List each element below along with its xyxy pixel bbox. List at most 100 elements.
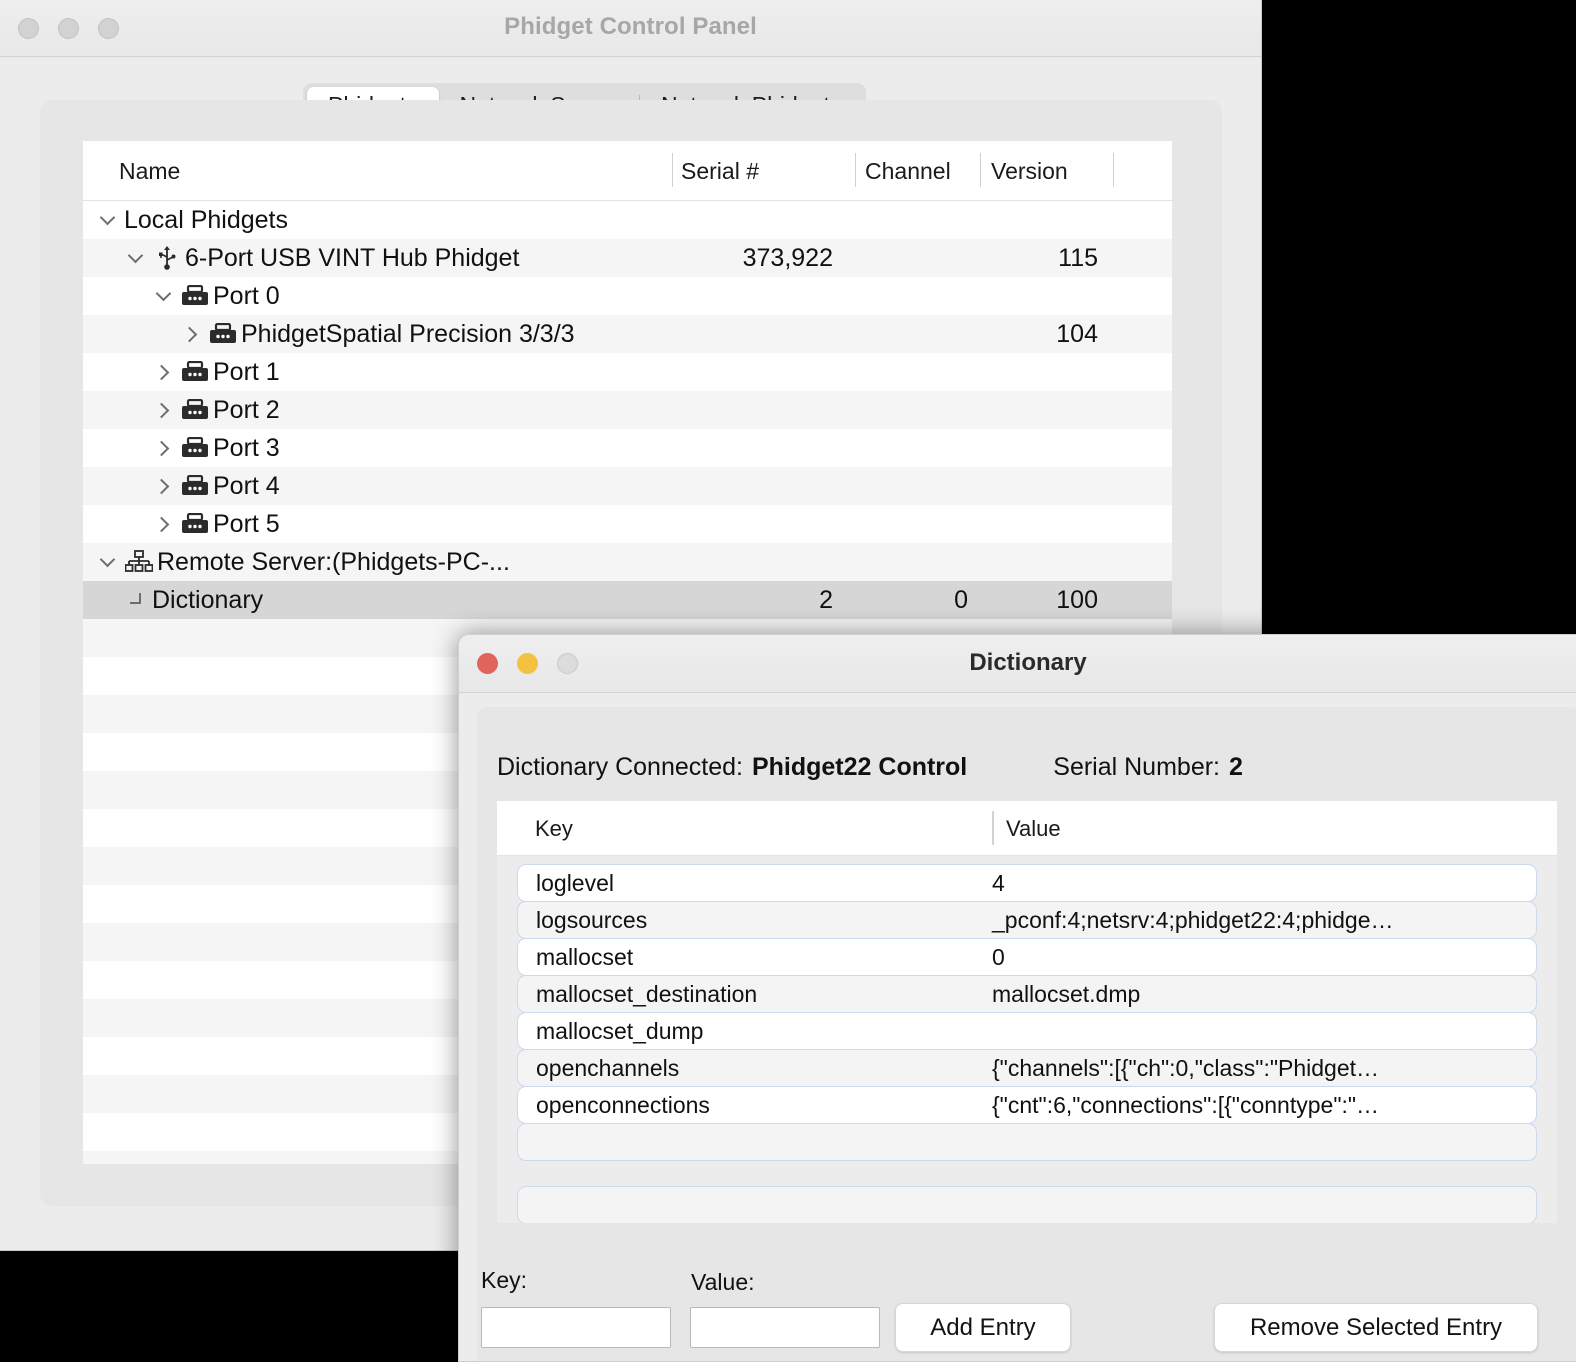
kv-row[interactable]: openchannels{"channels":[{"ch":0,"class"… <box>517 1049 1537 1087</box>
tree-row-name-cell: Remote Server:(Phidgets-PC-... <box>97 548 510 577</box>
tree-row-label: Port 3 <box>213 434 280 463</box>
vint-port-icon <box>208 321 238 347</box>
tree-row[interactable]: PhidgetSpatial Precision 3/3/3 104 <box>83 315 1172 353</box>
tree-column-version[interactable]: Version <box>991 158 1068 185</box>
kv-row[interactable]: mallocset_destination mallocset.dmp <box>517 975 1537 1013</box>
tree-cell-serial: 2 <box>643 586 833 615</box>
kv-key-cell: openchannels <box>536 1055 679 1082</box>
add-entry-button[interactable]: Add Entry <box>895 1303 1071 1352</box>
chevron-right-icon[interactable] <box>153 361 175 383</box>
serial-number-value: 2 <box>1229 753 1243 782</box>
tree-row[interactable]: Port 2 <box>83 391 1172 429</box>
tree-row-label: Dictionary <box>152 586 263 615</box>
kv-row-list[interactable]: loglevel 4 logsources_pconf:4;netsrv:4;phi… <box>497 856 1557 1223</box>
tree-row-name-cell: Port 0 <box>153 282 280 311</box>
kv-value-cell: mallocset.dmp <box>992 981 1140 1008</box>
main-titlebar[interactable]: Phidget Control Panel <box>0 0 1261 57</box>
chevron-right-icon[interactable] <box>153 513 175 535</box>
tree-cell-serial: 373,922 <box>643 244 833 273</box>
chevron-down-icon[interactable] <box>97 209 119 231</box>
chevron-down-icon[interactable] <box>153 285 175 307</box>
tree-cell-version: 115 <box>973 244 1098 273</box>
tree-row[interactable]: Port 5 <box>83 505 1172 543</box>
tree-column-name[interactable]: Name <box>119 158 180 185</box>
tree-row[interactable]: Remote Server:(Phidgets-PC-... <box>83 543 1172 581</box>
vint-port-icon <box>180 473 210 499</box>
key-input[interactable] <box>481 1307 671 1348</box>
screen-root: Phidget Control Panel Phidgets Network S… <box>0 0 1576 1362</box>
tree-row-name-cell: Dictionary <box>125 586 263 615</box>
tree-row[interactable]: Local Phidgets <box>83 201 1172 239</box>
remove-selected-entry-button[interactable]: Remove Selected Entry <box>1214 1303 1538 1352</box>
serial-number-label: Serial Number: <box>1053 753 1220 782</box>
tree-cell-channel: 0 <box>843 586 968 615</box>
dictionary-window-title: Dictionary <box>459 649 1576 677</box>
usb-icon <box>152 245 182 271</box>
tree-column-channel[interactable]: Channel <box>865 158 951 185</box>
tree-row-name-cell: Local Phidgets <box>97 206 288 235</box>
tree-cell-version: 104 <box>973 320 1098 349</box>
dictionary-connected-value: Phidget22 Control <box>752 753 967 782</box>
kv-row[interactable] <box>517 1123 1537 1161</box>
kv-row-gap <box>517 1160 1537 1186</box>
dictionary-status-line: Dictionary Connected: Phidget22 Control … <box>497 753 1243 782</box>
tree-row-list[interactable]: Local Phidgets 6-Port USB VINT Hub Phidge… <box>83 201 1172 619</box>
chevron-right-icon[interactable] <box>153 475 175 497</box>
tree-row-label: Remote Server:(Phidgets-PC-... <box>157 548 510 577</box>
tree-row-label: Port 2 <box>213 396 280 425</box>
kv-row-partial[interactable] <box>517 1186 1537 1223</box>
tree-row-label: 6-Port USB VINT Hub Phidget <box>185 244 519 273</box>
kv-key-cell: mallocset_dump <box>536 1018 703 1045</box>
tree-cell-version: 100 <box>973 586 1098 615</box>
tree-row[interactable]: Port 4 <box>83 467 1172 505</box>
tree-header: Name Serial # Channel Version <box>83 141 1172 201</box>
chevron-right-icon[interactable] <box>153 437 175 459</box>
kv-row[interactable]: mallocset_dump <box>517 1012 1537 1050</box>
kv-row[interactable]: mallocset0 <box>517 938 1537 976</box>
kv-row[interactable]: loglevel 4 <box>517 864 1537 902</box>
tree-row-name-cell: Port 4 <box>153 472 280 501</box>
dictionary-titlebar[interactable]: Dictionary <box>459 635 1576 693</box>
vint-port-icon <box>180 511 210 537</box>
dictionary-key-value-table[interactable]: Key Value loglevel 4 logsources_pconf:4;ne… <box>497 801 1557 1223</box>
tree-row[interactable]: Port 0 <box>83 277 1172 315</box>
twisty-placeholder <box>125 589 147 611</box>
tree-column-divider-3[interactable] <box>980 153 981 187</box>
dictionary-window: Dictionary Dictionary Connected: Phidget… <box>458 634 1576 1362</box>
tree-column-serial[interactable]: Serial # <box>681 158 759 185</box>
tree-row-label: PhidgetSpatial Precision 3/3/3 <box>241 320 575 349</box>
tree-row[interactable]: Port 1 <box>83 353 1172 391</box>
tree-row-name-cell: Port 2 <box>153 396 280 425</box>
tree-column-divider-4[interactable] <box>1113 153 1114 187</box>
dictionary-connected-label: Dictionary Connected: <box>497 753 743 782</box>
kv-value-cell: {"cnt":6,"connections":[{"conntype":"… <box>992 1092 1379 1119</box>
tree-row[interactable]: Port 3 <box>83 429 1172 467</box>
tree-row-label: Port 0 <box>213 282 280 311</box>
vint-port-icon <box>180 397 210 423</box>
network-server-icon <box>124 549 154 575</box>
chevron-down-icon[interactable] <box>125 247 147 269</box>
tree-row-label: Local Phidgets <box>124 206 288 235</box>
tree-column-divider-1[interactable] <box>672 153 673 187</box>
tree-row-name-cell: Port 3 <box>153 434 280 463</box>
kv-value-cell: 4 <box>992 870 1005 897</box>
kv-key-cell: mallocset_destination <box>536 981 757 1008</box>
tree-row[interactable]: 6-Port USB VINT Hub Phidget 373,922 115 <box>83 239 1172 277</box>
kv-key-cell: loglevel <box>536 870 614 897</box>
kv-column-divider[interactable] <box>992 811 994 845</box>
tree-row-label: Port 1 <box>213 358 280 387</box>
chevron-right-icon[interactable] <box>153 399 175 421</box>
chevron-down-icon[interactable] <box>97 551 119 573</box>
kv-row[interactable]: openconnections{"cnt":6,"connections":[{… <box>517 1086 1537 1124</box>
chevron-right-icon[interactable] <box>181 323 203 345</box>
tree-column-divider-2[interactable] <box>855 153 856 187</box>
tree-row[interactable]: Dictionary 20100 <box>83 581 1172 619</box>
tree-row-name-cell: Port 1 <box>153 358 280 387</box>
kv-column-value[interactable]: Value <box>1006 816 1061 842</box>
kv-key-cell: mallocset <box>536 944 633 971</box>
tree-row-label: Port 5 <box>213 510 280 539</box>
kv-column-key[interactable]: Key <box>535 816 573 842</box>
value-field-label: Value: <box>691 1269 755 1296</box>
kv-row[interactable]: logsources_pconf:4;netsrv:4;phidget22:4;… <box>517 901 1537 939</box>
value-input[interactable] <box>690 1307 880 1348</box>
